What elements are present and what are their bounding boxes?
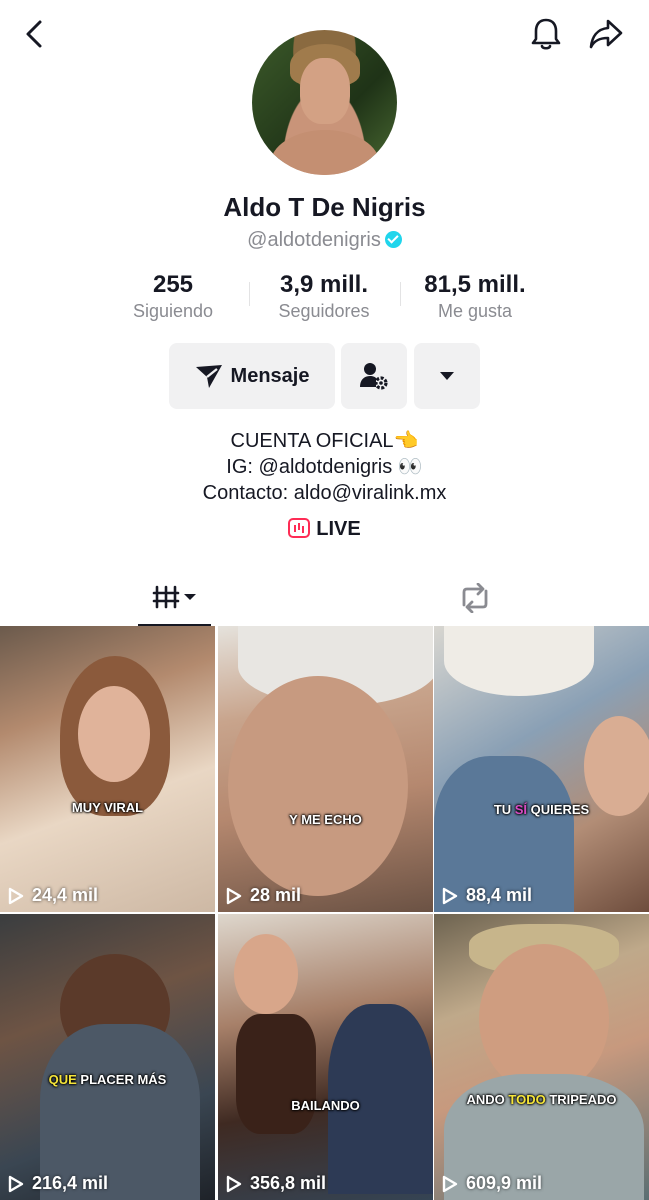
play-icon [8, 1175, 24, 1192]
thumbnail-face [78, 686, 150, 782]
profile-handle-row: @aldotdenigris [0, 229, 649, 252]
user-settings-icon [360, 363, 388, 390]
stat-likes-label: Me gusta [437, 301, 513, 321]
add-friend-button[interactable] [341, 343, 407, 409]
send-icon [195, 365, 222, 388]
avatar-body [270, 130, 380, 175]
thumbnail-figure [236, 1014, 316, 1134]
avatar[interactable] [252, 30, 397, 175]
video-caption: Y ME ECHO [289, 812, 362, 827]
message-button-label: Mensaje [230, 364, 310, 387]
video-views-count: 88,4 mil [466, 885, 533, 905]
bio-line[interactable]: Contacto: aldo@viralink.mx [0, 480, 649, 506]
profile-name: Aldo T De Nigris [223, 192, 426, 222]
video-views: 28 mil [226, 885, 301, 906]
video-thumbnail[interactable]: TU SÍ QUIERES 88,4 mil [434, 626, 649, 912]
live-link[interactable]: LIVE [0, 518, 649, 541]
video-grid-icon [152, 585, 196, 609]
caret-down-icon [440, 372, 454, 380]
video-views-count: 216,4 mil [32, 1173, 109, 1193]
play-icon [8, 887, 24, 904]
live-label: LIVE [316, 518, 361, 540]
repost-icon [462, 583, 488, 613]
video-caption: ANDO TODO TRIPEADO [434, 1092, 649, 1107]
caption-part: ANDO [466, 1092, 509, 1107]
play-icon [226, 1175, 242, 1192]
video-views-count: 24,4 mil [32, 885, 99, 905]
more-options-button[interactable] [414, 343, 480, 409]
back-icon[interactable] [14, 14, 54, 54]
video-caption: BAILANDO [291, 1098, 360, 1113]
caption-part: PLACER MÁS [76, 1072, 167, 1087]
play-icon [226, 887, 242, 904]
content-tabs [0, 570, 649, 626]
video-thumbnail[interactable]: QUE PLACER MÁS 216,4 mil [0, 914, 215, 1200]
thumbnail-cap [444, 626, 594, 696]
video-views-count: 28 mil [250, 885, 302, 905]
share-icon[interactable] [586, 14, 626, 54]
stat-following-label: Siguiendo [132, 301, 214, 321]
caption-highlight: QUE [48, 1072, 77, 1087]
video-views: 216,4 mil [8, 1173, 108, 1194]
caption-part: TU [493, 802, 515, 817]
video-views-count: 609,9 mil [466, 1173, 543, 1193]
video-thumbnail[interactable]: Y ME ECHO 28 mil [218, 626, 433, 912]
profile-handle: @aldotdenigris [247, 229, 381, 251]
bell-icon[interactable] [526, 14, 566, 54]
stat-following-value: 255 [152, 271, 194, 298]
play-icon [442, 1175, 458, 1192]
bio-line: CUENTA OFICIAL👈 [230, 430, 419, 452]
profile-stats: 255 Siguiendo 3,9 mill. Seguidores 81,5 … [0, 270, 649, 326]
video-grid: MUY VIRAL 24,4 mil Y ME ECHO 28 mil TU S… [0, 626, 649, 1200]
stat-likes[interactable]: 81,5 mill. Me gusta [395, 270, 555, 322]
message-button[interactable]: Mensaje [169, 343, 335, 409]
video-caption: MUY VIRAL [71, 800, 144, 815]
stat-followers[interactable]: 3,9 mill. Seguidores [244, 270, 404, 322]
stat-likes-value: 81,5 mill. [424, 271, 526, 298]
thumbnail-face [479, 944, 609, 1094]
play-icon [442, 887, 458, 904]
profile-bio: CUENTA OFICIAL👈 IG: @aldotdenigris 👀 Con… [0, 428, 649, 506]
stat-followers-label: Seguidores [278, 301, 370, 321]
video-views: 609,9 mil [442, 1173, 542, 1194]
video-thumbnail[interactable]: MUY VIRAL 24,4 mil [0, 626, 215, 912]
tab-reposts[interactable] [440, 570, 510, 626]
caption-highlight: TODO [508, 1092, 546, 1107]
tab-videos[interactable] [138, 570, 211, 626]
caption-highlight: SÍ [514, 802, 528, 817]
stat-following[interactable]: 255 Siguiendo [93, 270, 253, 322]
video-caption: QUE PLACER MÁS [0, 1072, 215, 1087]
video-views: 88,4 mil [442, 885, 532, 906]
thumbnail-face [584, 716, 649, 816]
thumbnail-face [228, 676, 408, 896]
stat-followers-value: 3,9 mill. [279, 271, 369, 298]
live-tv-icon [288, 518, 311, 538]
avatar-face [300, 58, 350, 124]
video-caption: TU SÍ QUIERES [434, 802, 649, 817]
caption-part: QUIERES [527, 802, 590, 817]
bio-line: IG: @aldotdenigris 👀 [226, 456, 423, 478]
verified-badge-icon [384, 231, 402, 248]
video-views-count: 356,8 mil [250, 1173, 327, 1193]
thumbnail-face [234, 934, 298, 1014]
video-thumbnail[interactable]: BAILANDO 356,8 mil [218, 914, 433, 1200]
video-thumbnail[interactable]: ANDO TODO TRIPEADO 609,9 mil [434, 914, 649, 1200]
video-views: 24,4 mil [8, 885, 98, 906]
video-views: 356,8 mil [226, 1173, 326, 1194]
caption-part: TRIPEADO [545, 1092, 617, 1107]
